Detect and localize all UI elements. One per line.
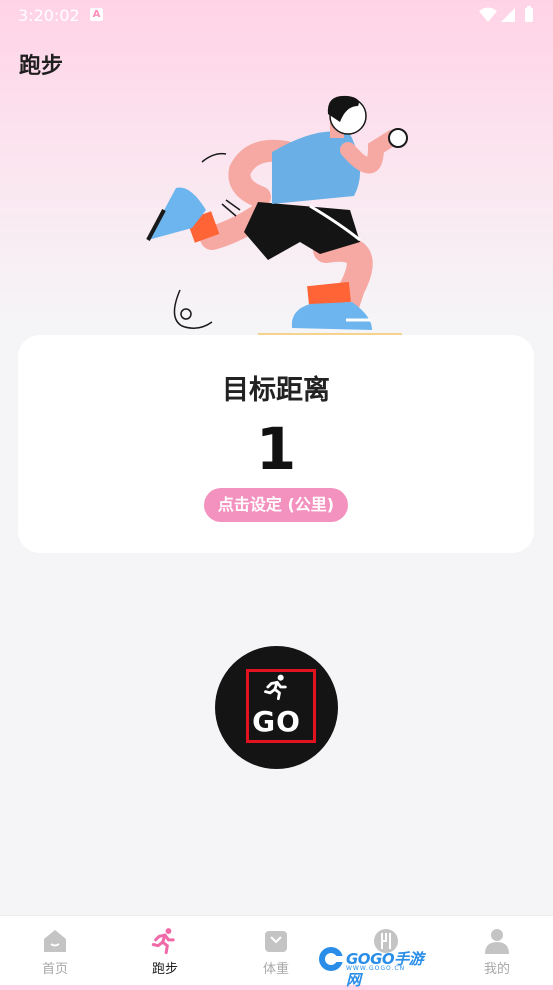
- runner-icon: [151, 928, 175, 955]
- tab-label: 跑步: [151, 962, 178, 977]
- goal-card: 目标距离 1 点击设定 (公里): [18, 335, 534, 553]
- person-icon: [485, 929, 509, 954]
- tab-label: 首页: [41, 962, 68, 977]
- watermark-subtext: WWW.GOGO.CN: [346, 965, 406, 972]
- status-bar: 3:20:02 A: [0, 0, 553, 30]
- tab-label: 体重: [262, 962, 289, 977]
- tab-running[interactable]: 跑步: [110, 916, 220, 985]
- tab-label: 我的: [483, 962, 510, 977]
- bottom-tab-bar: 首页 跑步 体重 我的: [0, 915, 553, 985]
- signal-icon: [501, 8, 515, 22]
- go-button[interactable]: GO: [215, 646, 338, 769]
- status-time: 3:20:02: [18, 6, 80, 25]
- go-label: GO: [252, 705, 301, 738]
- watermark: GOGO手游网 WWW.GOGO.CN: [318, 946, 426, 989]
- watermark-logo-icon: [319, 947, 343, 971]
- page-title: 跑步: [19, 54, 64, 79]
- a-badge-icon: A: [90, 8, 103, 21]
- status-icons: [479, 6, 533, 22]
- tab-home[interactable]: 首页: [0, 916, 110, 985]
- battery-icon: [525, 8, 533, 22]
- tab-profile[interactable]: 我的: [442, 916, 552, 985]
- goal-value: 1: [255, 415, 297, 483]
- set-goal-button[interactable]: 点击设定 (公里): [204, 488, 348, 522]
- runner-illustration: [146, 95, 408, 335]
- home-icon: [44, 930, 66, 952]
- goal-title: 目标距离: [222, 375, 330, 406]
- scale-icon: [265, 931, 287, 952]
- wifi-icon: [479, 7, 497, 22]
- runner-icon: [264, 674, 287, 701]
- tab-weight[interactable]: 体重: [221, 916, 331, 985]
